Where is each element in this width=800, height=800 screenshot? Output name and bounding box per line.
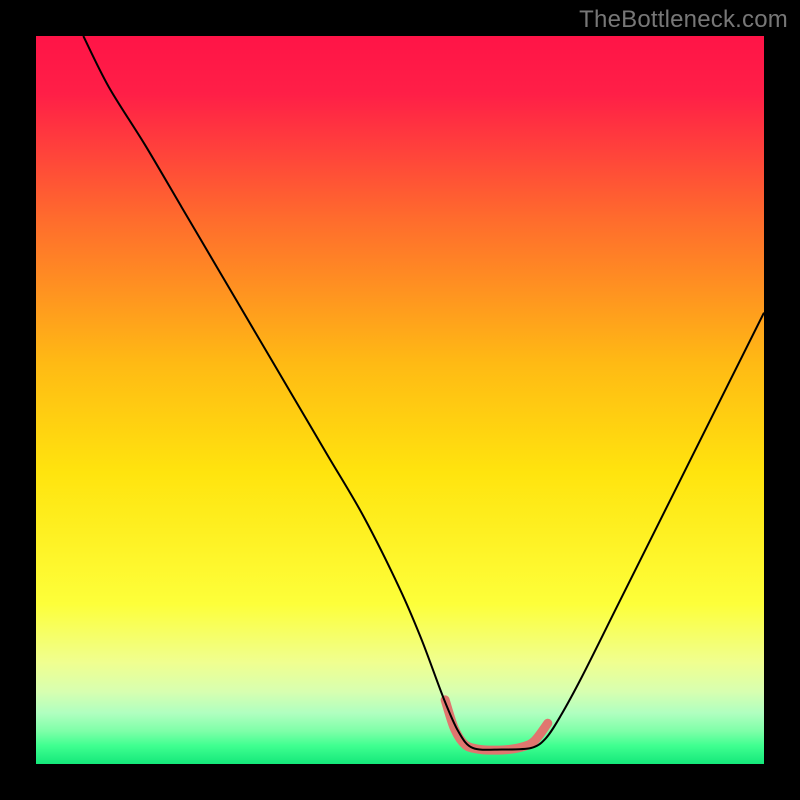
chart-frame: TheBottleneck.com <box>0 0 800 800</box>
watermark-text: TheBottleneck.com <box>579 6 788 34</box>
plot-area <box>36 36 764 764</box>
background-gradient <box>36 36 764 764</box>
